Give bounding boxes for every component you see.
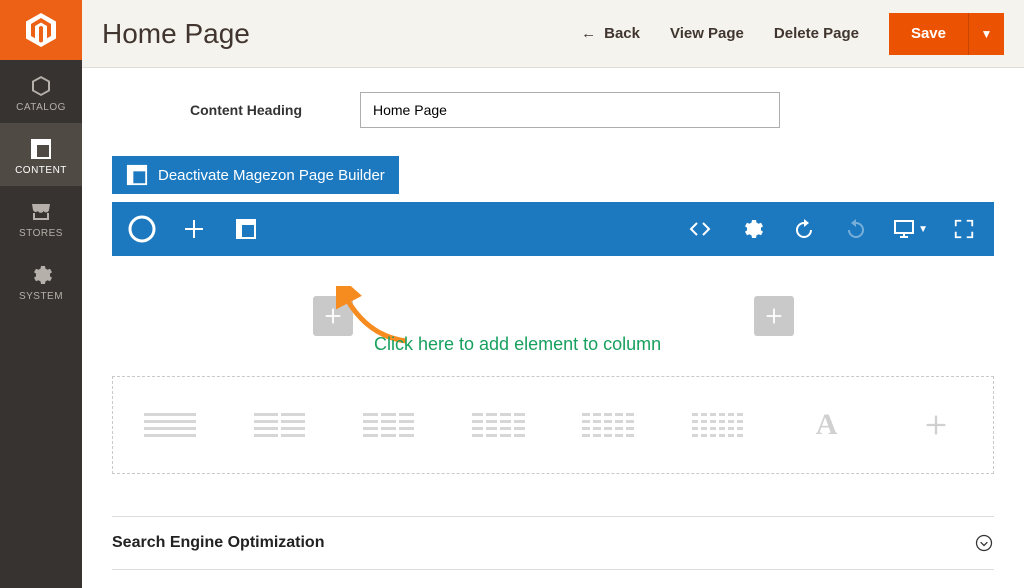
- caret-down-icon: ▼: [981, 27, 993, 41]
- toolbar-redo-button[interactable]: [840, 213, 872, 245]
- back-label: Back: [604, 25, 640, 42]
- fullscreen-icon: [953, 218, 975, 240]
- gear-icon: [740, 217, 764, 241]
- undo-icon: [792, 217, 816, 241]
- add-element-button[interactable]: [313, 296, 353, 336]
- admin-sidebar: CATALOG CONTENT STORES SYSTEM: [0, 0, 82, 588]
- delete-page-label: Delete Page: [774, 25, 859, 42]
- redo-icon: [844, 217, 868, 241]
- column-2[interactable]: [553, 286, 994, 346]
- plus-icon: [763, 305, 785, 327]
- content-heading-input[interactable]: [360, 92, 780, 128]
- save-dropdown-toggle[interactable]: ▼: [968, 13, 1004, 55]
- add-element-button[interactable]: [754, 296, 794, 336]
- columns-row: [112, 286, 994, 346]
- seo-title: Search Engine Optimization: [112, 534, 324, 552]
- caret-down-icon: ▼: [918, 224, 928, 235]
- element-type-text-2col[interactable]: [242, 405, 316, 445]
- element-type-text-5col[interactable]: [571, 405, 645, 445]
- toolbar-template-button[interactable]: [230, 213, 262, 245]
- toolbar-logo-button[interactable]: [126, 213, 158, 245]
- deactivate-page-builder-button[interactable]: Deactivate Magezon Page Builder: [112, 156, 399, 194]
- sidebar-label-content: CONTENT: [15, 165, 67, 176]
- toolbar-settings-button[interactable]: [736, 213, 768, 245]
- element-types-row: A: [112, 376, 994, 474]
- delete-page-button[interactable]: Delete Page: [774, 25, 859, 42]
- element-type-text-4col[interactable]: [461, 405, 535, 445]
- layout-icon: [126, 164, 148, 186]
- element-type-text-6col[interactable]: [680, 405, 754, 445]
- toolbar-code-button[interactable]: [684, 213, 716, 245]
- page-header: Home Page ← Back View Page Delete Page S…: [82, 0, 1024, 68]
- seo-section-header[interactable]: Search Engine Optimization: [112, 516, 994, 570]
- element-type-add-more[interactable]: [899, 405, 973, 445]
- view-page-button[interactable]: View Page: [670, 25, 744, 42]
- heading-icon: A: [816, 408, 838, 442]
- element-type-text-1col[interactable]: [133, 405, 207, 445]
- sidebar-item-catalog[interactable]: CATALOG: [0, 60, 82, 123]
- deactivate-label: Deactivate Magezon Page Builder: [158, 167, 385, 184]
- magento-logo[interactable]: [0, 0, 82, 60]
- save-button[interactable]: Save: [889, 13, 968, 55]
- code-icon: [688, 217, 712, 241]
- column-1[interactable]: [112, 286, 553, 346]
- sidebar-item-stores[interactable]: STORES: [0, 186, 82, 249]
- sidebar-item-content[interactable]: CONTENT: [0, 123, 82, 186]
- back-button[interactable]: ← Back: [581, 25, 640, 42]
- save-button-group: Save ▼: [889, 13, 1004, 55]
- sidebar-item-system[interactable]: SYSTEM: [0, 249, 82, 312]
- monitor-icon: [892, 217, 916, 241]
- element-type-heading[interactable]: A: [790, 405, 864, 445]
- sidebar-label-system: SYSTEM: [19, 291, 63, 302]
- sidebar-label-stores: STORES: [19, 228, 63, 239]
- toolbar-fullscreen-button[interactable]: [948, 213, 980, 245]
- view-page-label: View Page: [670, 25, 744, 42]
- content-heading-field-row: Content Heading: [190, 92, 994, 128]
- page-title: Home Page: [102, 18, 250, 50]
- element-type-text-3col[interactable]: [352, 405, 426, 445]
- layout-icon: [234, 217, 258, 241]
- arrow-left-icon: ←: [581, 25, 596, 42]
- plus-icon: [322, 305, 344, 327]
- content-heading-label: Content Heading: [190, 102, 360, 118]
- chevron-down-circle-icon: [974, 533, 994, 553]
- builder-canvas: Click here to add element to column: [112, 256, 994, 494]
- sidebar-label-catalog: CATALOG: [16, 102, 66, 113]
- plus-icon: [922, 411, 950, 439]
- toolbar-device-button[interactable]: ▼: [892, 213, 928, 245]
- plus-icon: [182, 217, 206, 241]
- page-builder-toolbar: ▼: [112, 202, 994, 256]
- toolbar-undo-button[interactable]: [788, 213, 820, 245]
- toolbar-add-button[interactable]: [178, 213, 210, 245]
